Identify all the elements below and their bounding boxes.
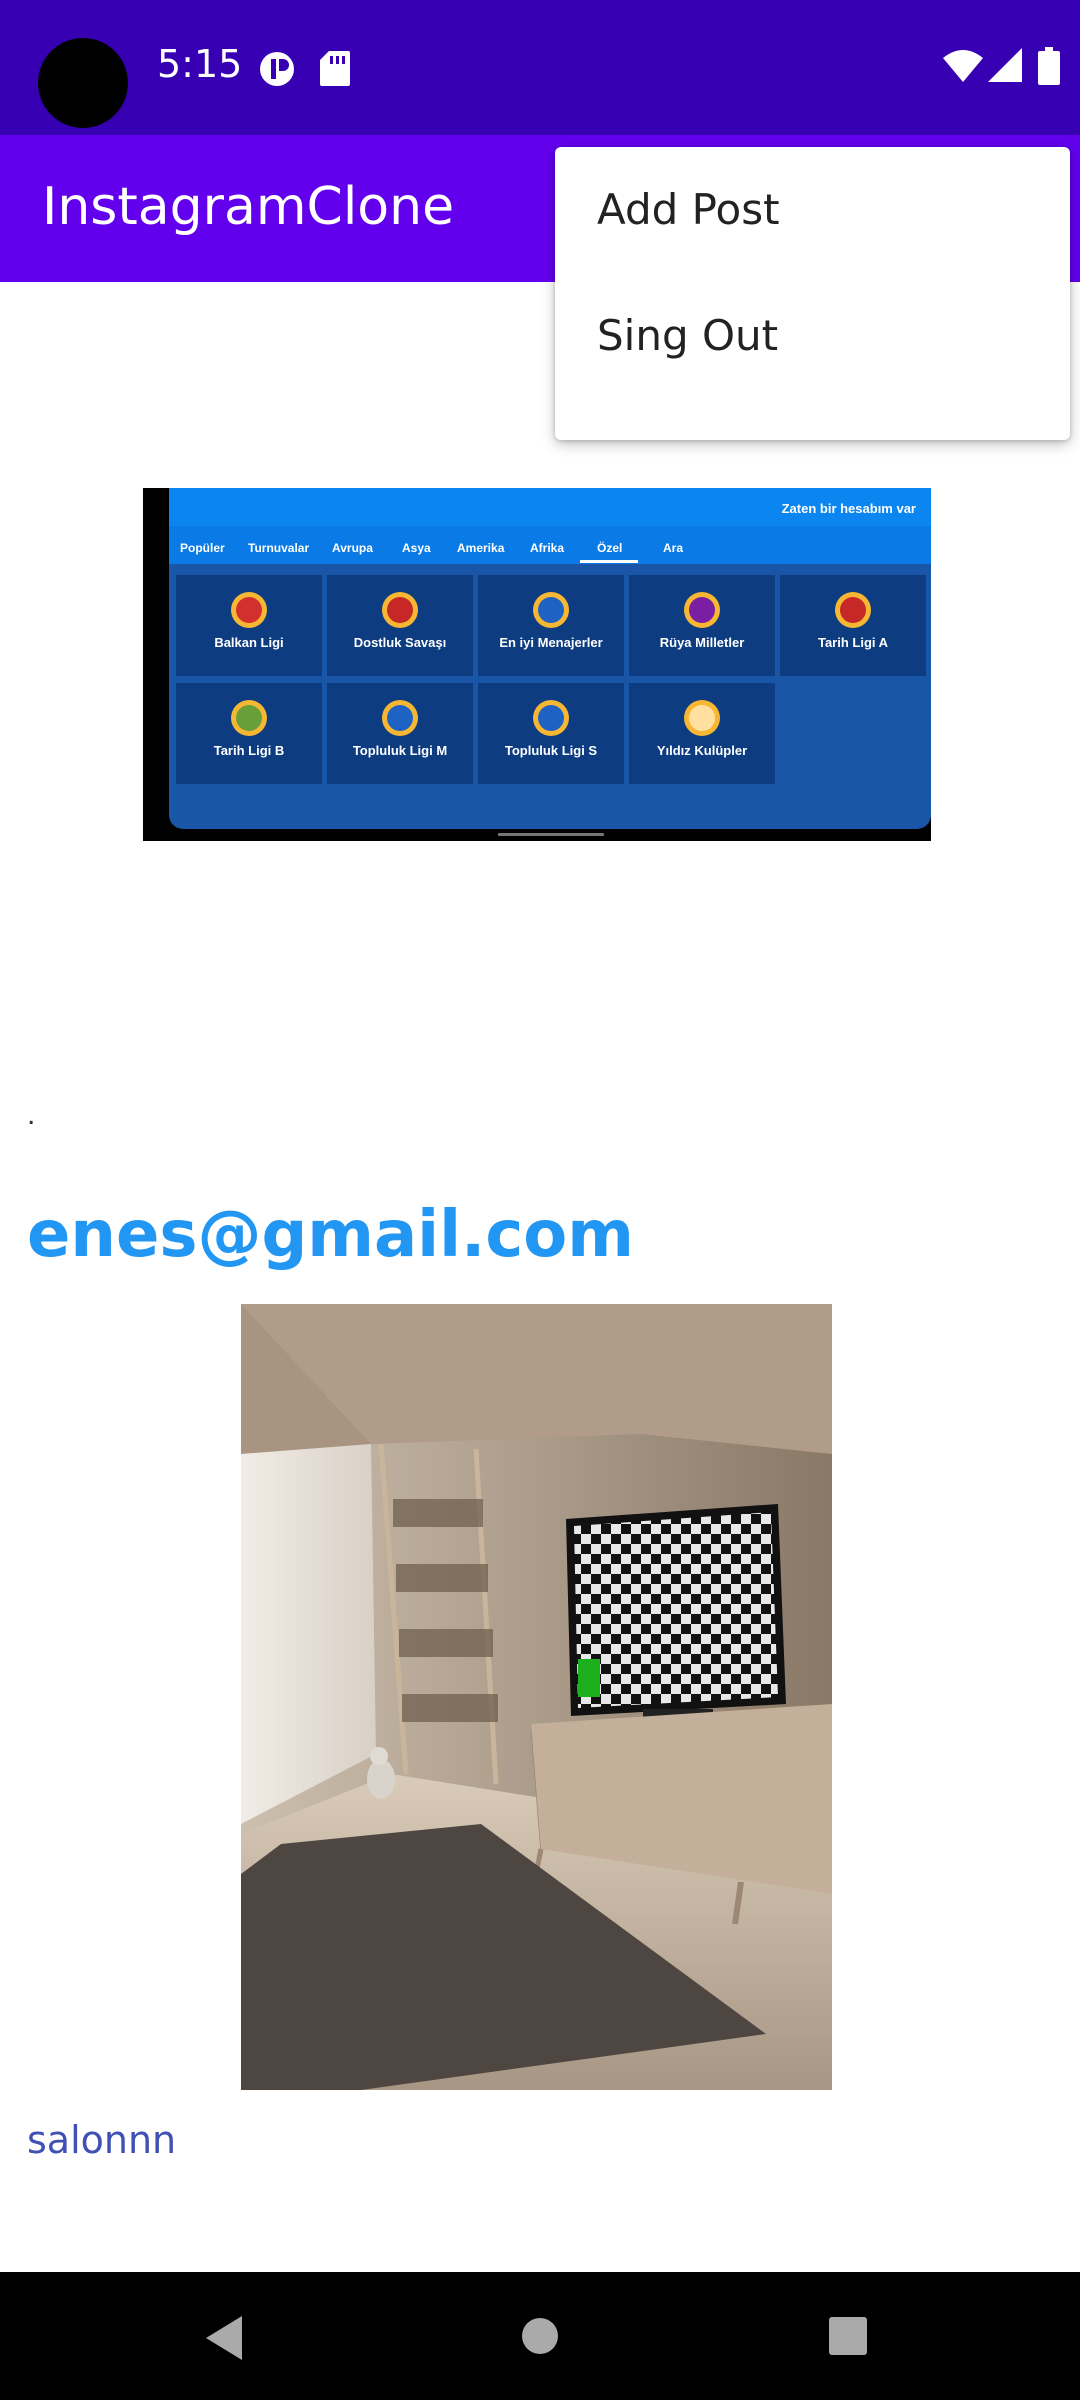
league-community-m: Topluluk Ligi M <box>353 743 447 758</box>
post-image[interactable]: Zaten bir hesabım var Popüler Turnuvalar… <box>143 488 931 841</box>
league-balkan: Balkan Ligi <box>214 635 283 650</box>
post-caption: salonnn <box>27 2118 177 2162</box>
league-history-b: Tarih Ligi B <box>214 743 285 758</box>
battery-icon <box>1038 47 1060 85</box>
home-icon[interactable] <box>520 2316 560 2356</box>
status-time: 5:15 <box>157 42 243 86</box>
camera-cutout <box>38 38 128 128</box>
menu-item-sign-out[interactable]: Sing Out <box>555 273 1070 399</box>
game-tab-europe: Avrupa <box>332 541 373 555</box>
signal-icon <box>988 48 1022 82</box>
post-email: . <box>27 1098 36 1131</box>
game-tab-search: Ara <box>663 541 683 555</box>
overflow-menu: Add Post Sing Out <box>555 147 1070 440</box>
post-image[interactable] <box>241 1304 832 2090</box>
league-dream-nations: Rüya Milletler <box>660 635 745 650</box>
league-star-clubs: Yıldız Kulüpler <box>657 743 747 758</box>
already-have-account-link: Zaten bir hesabım var <box>782 501 916 516</box>
recents-icon[interactable] <box>828 2316 868 2356</box>
navigation-bar <box>0 2272 1080 2400</box>
back-icon[interactable] <box>202 2314 246 2362</box>
league-community-s: Topluluk Ligi S <box>505 743 598 758</box>
league-history-a: Tarih Ligi A <box>818 635 889 650</box>
game-tab-america: Amerika <box>457 541 505 555</box>
game-tab-popular: Popüler <box>180 541 225 555</box>
league-friendship: Dostluk Savaşı <box>354 635 447 650</box>
sd-card-icon <box>320 51 350 86</box>
status-bar: 5:15 <box>0 0 1080 135</box>
game-tab-africa: Afrika <box>530 541 564 555</box>
game-tab-asia: Asya <box>402 541 431 555</box>
sync-icon <box>260 52 294 86</box>
app-title: InstagramClone <box>42 177 455 237</box>
wifi-icon <box>943 50 983 82</box>
game-tab-special: Özel <box>597 540 622 555</box>
game-tab-tournaments: Turnuvalar <box>248 541 309 555</box>
league-best-managers: En iyi Menajerler <box>499 635 602 650</box>
post-email: enes@gmail.com <box>27 1198 634 1272</box>
menu-item-add-post[interactable]: Add Post <box>555 147 1070 273</box>
